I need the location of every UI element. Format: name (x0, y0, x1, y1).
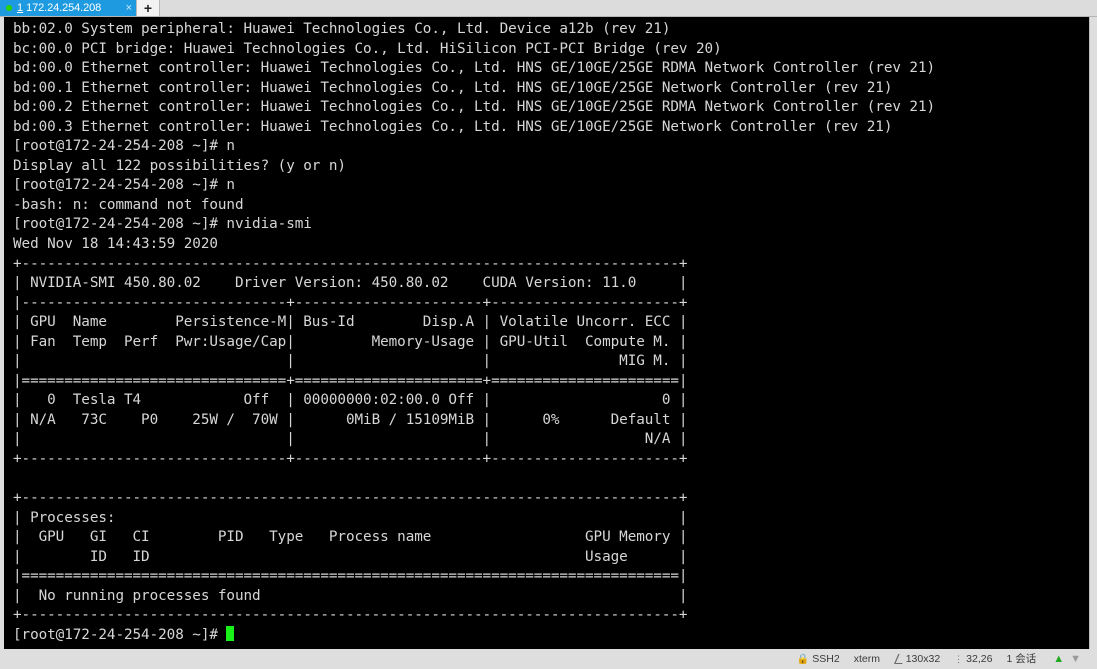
terminal-line: |===============================+=======… (13, 372, 688, 389)
tab-title-label: 172.24.254.208 (26, 2, 102, 14)
status-ssh-protocol: 🔒 SSH2 (790, 654, 847, 665)
terminal-line: bc:00.0 PCI bridge: Huawei Technologies … (13, 40, 722, 57)
status-cursor-position: ⋮ 32,26 (947, 654, 999, 665)
terminal-line: Wed Nov 18 14:43:59 2020 (13, 236, 218, 253)
terminal-app-window: 1 172.24.254.208 × + bb:02.0 System peri… (0, 0, 1097, 669)
status-cursor-position-label: 32,26 (966, 653, 993, 666)
download-icon: ▼ (1070, 653, 1081, 665)
terminal-line: |=======================================… (13, 568, 688, 585)
terminal-line: [root@172-24-254-208 ~]# n (13, 177, 235, 194)
terminal-line: | N/A 73C P0 25W / 70W | 0MiB / 15109MiB… (13, 411, 688, 428)
terminal-output: bb:02.0 System peripheral: Huawei Techno… (13, 20, 935, 646)
terminal-line: | GPU GI CI PID Type Process name GPU Me… (13, 529, 688, 546)
new-tab-button[interactable]: + (136, 0, 160, 16)
status-sessions-label: 1 会话 (1006, 653, 1037, 666)
terminal-line: Display all 122 possibilities? (y or n) (13, 157, 346, 174)
resize-icon: ⎳ (893, 653, 903, 665)
terminal-line: -bash: n: command not found (13, 196, 244, 213)
tab-bar-empty-area (160, 0, 1097, 16)
status-bar: 🔒 SSH2 xterm ⎳ 130x32 ⋮ 32,26 1 会话 ▲ ▼ (0, 650, 1097, 669)
terminal-line: | | | MIG M. | (13, 353, 688, 370)
terminal-line: | | | N/A | (13, 431, 688, 448)
status-sessions: 1 会话 (999, 654, 1043, 665)
status-dimensions-label: 130x32 (905, 653, 941, 666)
terminal-line: | 0 Tesla T4 Off | 00000000:02:00.0 Off … (13, 392, 688, 409)
terminal-line: | Processes: | (13, 509, 688, 526)
connected-dot-icon (6, 5, 12, 11)
terminal-line: | GPU Name Persistence-M| Bus-Id Disp.A … (13, 314, 688, 331)
upload-icon: ▲ (1053, 653, 1065, 665)
terminal-line: bd:00.1 Ethernet controller: Huawei Tech… (13, 79, 893, 96)
terminal-line: +-------------------------------+-------… (13, 451, 688, 468)
terminal-line: bd:00.2 Ethernet controller: Huawei Tech… (13, 99, 936, 116)
terminal-line: | No running processes found | (13, 587, 688, 604)
tab-index-label: 1 (17, 2, 24, 14)
terminal-line: | Fan Temp Perf Pwr:Usage/Cap| Memory-Us… (13, 333, 688, 350)
status-transfer-indicators: ▲ ▼ (1043, 654, 1091, 665)
terminal-line: | NVIDIA-SMI 450.80.02 Driver Version: 4… (13, 275, 688, 292)
terminal-screen[interactable]: bb:02.0 System peripheral: Huawei Techno… (4, 17, 1090, 649)
terminal-line: |-------------------------------+-------… (13, 294, 688, 311)
terminal-line: [root@172-24-254-208 ~]# (13, 625, 935, 646)
terminal-line: +---------------------------------------… (13, 255, 688, 272)
terminal-line: +---------------------------------------… (13, 490, 688, 507)
status-terminal-type-label: xterm (853, 653, 880, 666)
terminal-line: [root@172-24-254-208 ~]# n (13, 138, 235, 155)
terminal-area: bb:02.0 System peripheral: Huawei Techno… (0, 17, 1097, 650)
text-cursor (226, 625, 235, 641)
session-tab-1[interactable]: 1 172.24.254.208 × (0, 0, 136, 16)
terminal-line: +---------------------------------------… (13, 607, 688, 624)
status-ssh-protocol-label: SSH2 (812, 653, 840, 666)
terminal-line: | ID ID Usage | (13, 548, 688, 565)
status-terminal-type: xterm (847, 654, 887, 665)
terminal-line: bb:02.0 System peripheral: Huawei Techno… (13, 21, 671, 37)
terminal-line: bd:00.0 Ethernet controller: Huawei Tech… (13, 60, 936, 77)
terminal-line: [root@172-24-254-208 ~]# nvidia-smi (13, 216, 312, 233)
terminal-line: bd:00.3 Ethernet controller: Huawei Tech… (13, 118, 893, 135)
close-icon[interactable]: × (116, 2, 132, 14)
lock-icon: 🔒 (796, 653, 810, 665)
caret-icon: ⋮ (954, 654, 964, 664)
tab-bar: 1 172.24.254.208 × + (0, 0, 1097, 17)
status-dimensions: ⎳ 130x32 (887, 654, 947, 665)
